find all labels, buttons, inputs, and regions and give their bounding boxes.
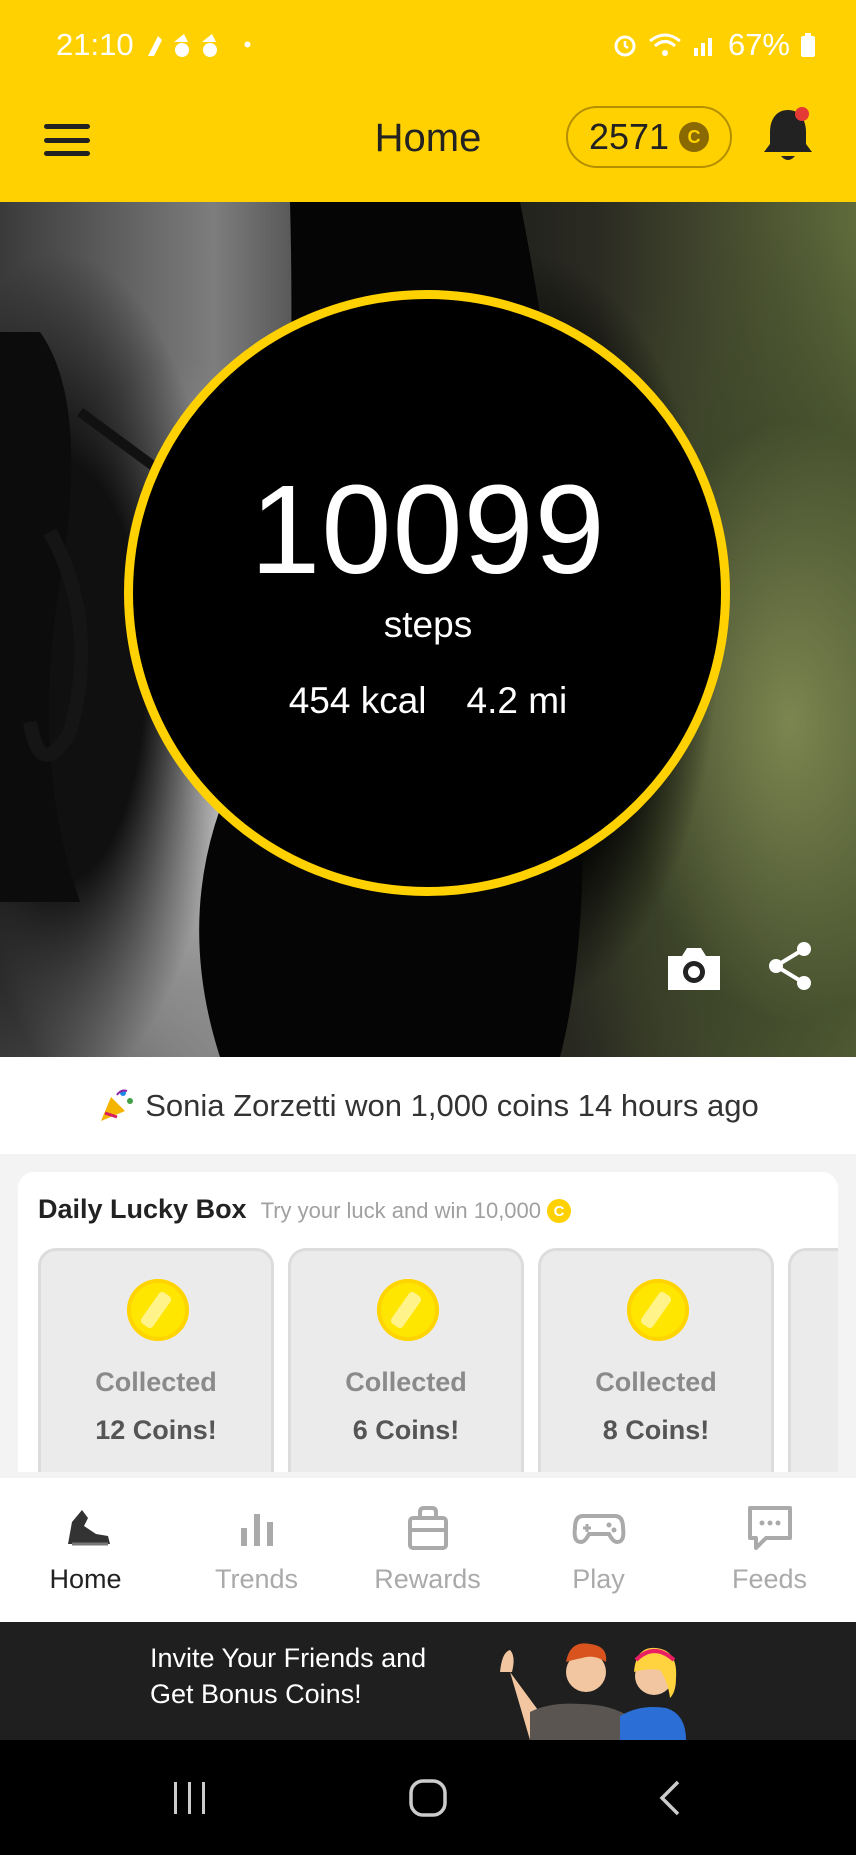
- lucky-box[interactable]: Collected 12 Coins!: [38, 1248, 274, 1472]
- lucky-box-partial[interactable]: [788, 1248, 838, 1472]
- system-navigation-bar: [0, 1740, 856, 1855]
- box-amount: 6 Coins!: [352, 1415, 460, 1445]
- recent-apps-icon[interactable]: [170, 1778, 210, 1823]
- notification-icon: [144, 30, 234, 60]
- status-right: 67%: [612, 27, 816, 63]
- camera-icon[interactable]: [664, 942, 724, 994]
- share-icon[interactable]: [766, 940, 814, 992]
- status-time: 21:10: [56, 27, 134, 62]
- activity-stats: 454 kcal 4.2 mi: [0, 680, 856, 722]
- coin-icon: C: [679, 122, 710, 152]
- invite-line-1: Invite Your Friends and: [150, 1643, 427, 1673]
- distance-value: 4.2 mi: [466, 680, 568, 721]
- ticker-message: Sonia Zorzetti won 1,000 coins 14 hours …: [145, 1087, 759, 1123]
- hero-step-panel: 10099 steps 454 kcal 4.2 mi: [0, 202, 856, 1057]
- status-left: 21:10 •: [56, 27, 251, 63]
- battery-percent: 67%: [727, 27, 790, 62]
- home-button-icon[interactable]: [408, 1778, 448, 1823]
- wifi-icon: [648, 31, 682, 59]
- status-bar: 21:10 • 67%: [0, 0, 856, 90]
- nav-label: Home: [49, 1564, 122, 1594]
- app-header: Home 2571 C: [0, 90, 856, 202]
- invite-line-2: Get Bonus Coins!: [150, 1679, 362, 1709]
- lucky-box-title: Daily Lucky Box: [38, 1194, 247, 1224]
- coin-icon: [127, 1279, 189, 1341]
- invite-friends-banner[interactable]: Invite Your Friends and Get Bonus Coins!: [0, 1622, 856, 1740]
- nav-label: Play: [572, 1564, 625, 1594]
- coin-icon: C: [547, 1199, 572, 1223]
- box-status: Collected: [595, 1367, 717, 1397]
- battery-icon: [800, 32, 816, 58]
- coin-icon: [377, 1279, 439, 1341]
- winner-ticker: Sonia Zorzetti won 1,000 coins 14 hours …: [0, 1057, 856, 1154]
- box-status: Collected: [345, 1367, 467, 1397]
- invite-banner-text: Invite Your Friends and Get Bonus Coins!: [150, 1640, 470, 1712]
- alarm-icon: [612, 32, 638, 58]
- shoe-icon: [58, 1500, 114, 1556]
- nav-home[interactable]: Home: [0, 1478, 171, 1622]
- nav-feeds[interactable]: Feeds: [684, 1478, 855, 1622]
- bottom-nav: Home Trends Rewards Play Feeds: [0, 1478, 856, 1622]
- dot-icon: •: [243, 32, 252, 57]
- daily-lucky-box-card: Daily Lucky Box Try your luck and win 10…: [18, 1172, 838, 1472]
- coin-icon: [627, 1279, 689, 1341]
- lucky-box-list: Collected 12 Coins! Collected 6 Coins! C…: [38, 1248, 838, 1472]
- lucky-box-header: Daily Lucky Box Try your luck and win 10…: [38, 1194, 572, 1225]
- nav-play[interactable]: Play: [513, 1478, 684, 1622]
- step-count: 10099: [250, 459, 606, 600]
- nav-rewards[interactable]: Rewards: [342, 1478, 513, 1622]
- notification-bell-icon[interactable]: [760, 104, 816, 166]
- party-popper-icon: [97, 1087, 135, 1125]
- friends-illustration: [490, 1632, 710, 1740]
- lucky-box[interactable]: Collected 8 Coins!: [538, 1248, 774, 1472]
- bar-chart-icon: [229, 1500, 285, 1556]
- lucky-box-subtitle-text: Try your luck and win 10,000: [260, 1198, 542, 1223]
- box-amount: 8 Coins!: [602, 1415, 710, 1445]
- nav-label: Rewards: [374, 1564, 481, 1594]
- nav-label: Trends: [214, 1564, 299, 1594]
- nav-trends[interactable]: Trends: [171, 1478, 342, 1622]
- step-label: steps: [383, 604, 473, 645]
- signal-icon: [692, 32, 718, 58]
- nav-label: Feeds: [731, 1564, 808, 1594]
- calories-value: 454 kcal: [288, 680, 427, 721]
- lucky-box-subtitle: Try your luck and win 10,000 C: [260, 1198, 572, 1224]
- coin-balance-badge[interactable]: 2571 C: [566, 106, 732, 168]
- gamepad-icon: [571, 1500, 627, 1556]
- back-icon[interactable]: [650, 1778, 690, 1823]
- box-status: Collected: [95, 1367, 217, 1397]
- chat-bubble-icon: [742, 1500, 798, 1556]
- shopping-bag-icon: [400, 1500, 456, 1556]
- lucky-box[interactable]: Collected 6 Coins!: [288, 1248, 524, 1472]
- coin-balance-value: 2571: [588, 116, 670, 157]
- box-amount: 12 Coins!: [95, 1415, 217, 1445]
